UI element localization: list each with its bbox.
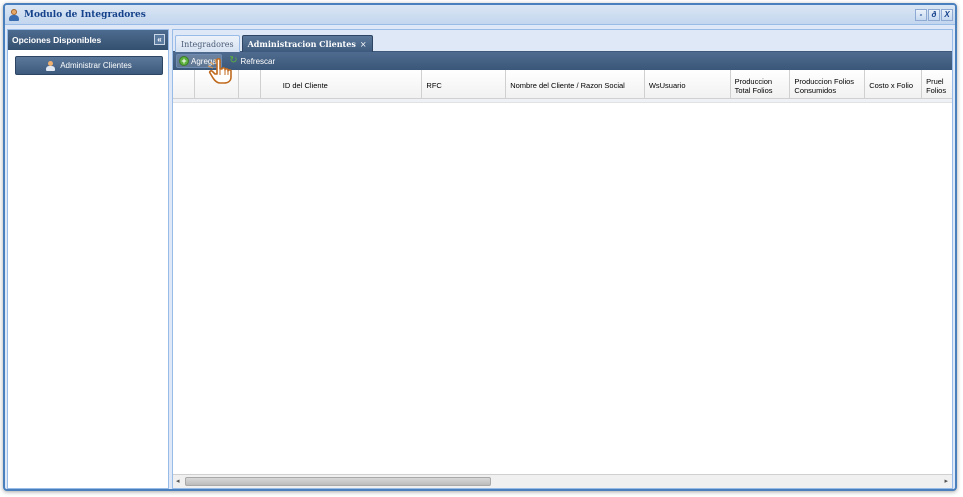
add-icon: + [179,56,189,66]
tab-integradores[interactable]: Integradores [175,35,240,52]
tab-administracion-clientes[interactable]: Administracion Clientes × [241,35,373,52]
horizontal-scrollbar[interactable]: ◂ ▸ [173,474,952,488]
column-header-produccion-consumidos[interactable]: Produccion Folios Consumidos [790,70,866,98]
grid-column-header[interactable] [173,70,195,98]
column-header-id-cliente[interactable]: ID del Cliente [261,70,423,98]
app-window: Modulo de Integradores - ð X Opciones Di… [3,3,957,491]
options-panel-title: Opciones Disponibles [12,35,102,45]
grid-header: ID del Cliente RFC Nombre del Cliente / … [173,70,952,99]
title-bar: Modulo de Integradores - ð X [5,5,955,25]
collapse-panel-icon[interactable]: « [154,34,165,45]
administrar-clientes-label: Administrar Clientes [60,61,132,70]
column-header-costo-folio[interactable]: Costo x Folio [865,70,923,98]
minimize-button[interactable]: - [915,9,927,21]
tab-integradores-label: Integradores [181,39,234,49]
options-panel: Opciones Disponibles « Administrar Clien… [7,29,169,489]
column-header-produccion-total[interactable]: Produccion Total Folios [731,70,791,98]
main-panel: Integradores Administracion Clientes × +… [172,29,953,489]
tab-strip: Integradores Administracion Clientes × [173,30,952,52]
tab-close-icon[interactable]: × [360,40,367,49]
options-panel-header: Opciones Disponibles « [8,30,168,50]
options-nav: Administrar Clientes [8,50,168,81]
close-button[interactable]: X [941,9,953,21]
tab-administracion-clientes-label: Administracion Clientes [247,39,356,49]
scroll-right-icon[interactable]: ▸ [944,477,948,485]
column-header-prueba-folios[interactable]: Pruel Folios [922,70,952,98]
refresh-button-label: Refrescar [240,56,276,66]
column-header-rfc[interactable]: RFC [422,70,507,98]
restore-button[interactable]: ð [928,9,940,21]
app-user-icon [8,8,20,21]
scroll-left-icon[interactable]: ◂ [176,477,180,485]
user-icon [46,60,56,71]
window-title: Modulo de Integradores [24,9,146,20]
hand-pointer-icon [207,58,232,84]
grid-empty-row [173,99,952,103]
window-controls: - ð X [915,9,953,21]
scrollbar-thumb[interactable] [185,477,491,486]
clients-grid: ID del Cliente RFC Nombre del Cliente / … [173,70,952,488]
grid-toolbar: + Agregar ↻ Refrescar [173,52,952,70]
column-header-wsusuario[interactable]: WsUsuario [645,70,731,98]
administrar-clientes-button[interactable]: Administrar Clientes [15,56,163,75]
grid-column-header[interactable] [239,70,261,98]
column-header-nombre-cliente[interactable]: Nombre del Cliente / Razon Social [506,70,645,98]
